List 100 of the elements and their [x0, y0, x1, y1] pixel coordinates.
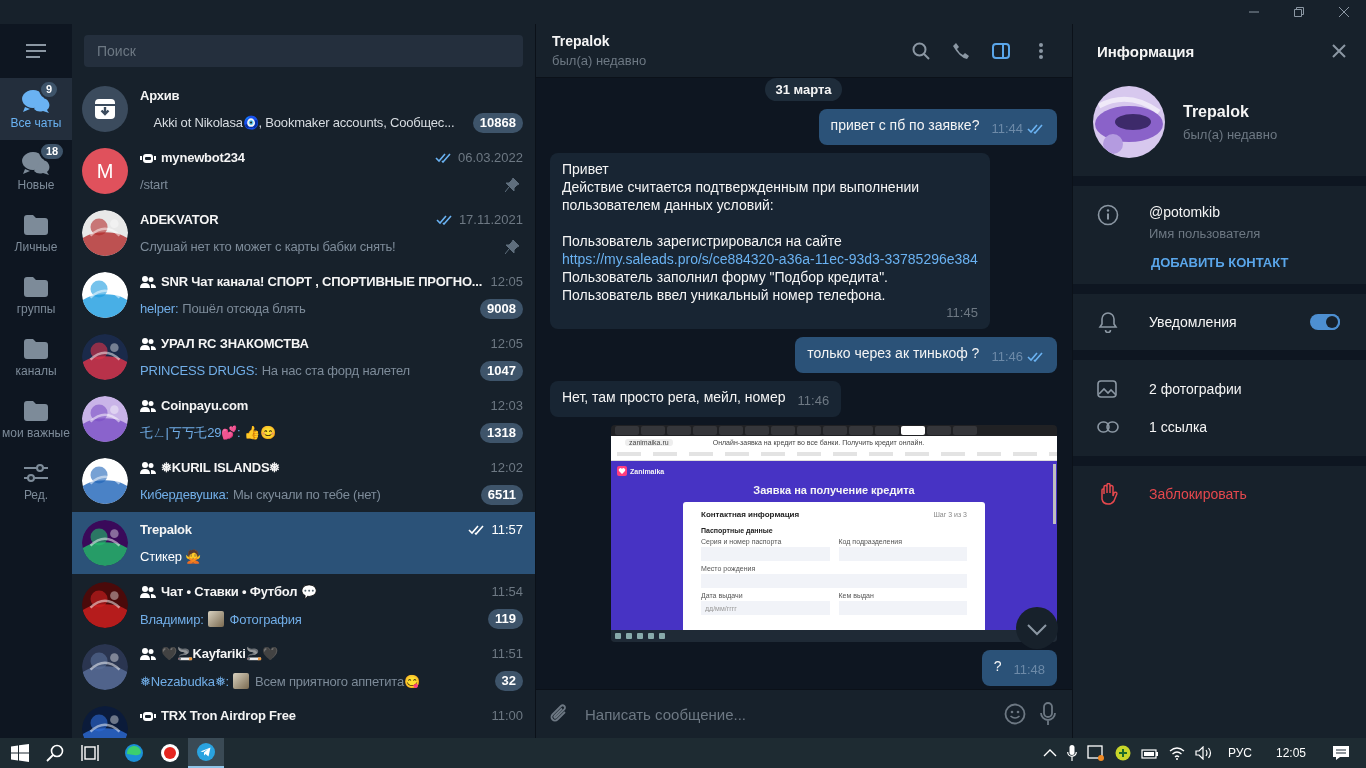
- unread-badge: 32: [494, 670, 523, 691]
- search-icon: [912, 41, 930, 60]
- chat-time: 12:03: [490, 398, 523, 413]
- message-preview: Владимир: Фотография: [140, 610, 303, 627]
- folder-icon: [24, 276, 48, 297]
- task-view-icon[interactable]: [81, 744, 99, 762]
- message-preview: Кибердевушка: Мы скучали по тебе (нет): [140, 487, 382, 502]
- sidebar-icon: [992, 41, 1010, 60]
- windows-start-icon[interactable]: [11, 744, 29, 762]
- chat-name: mynewbot234: [161, 150, 246, 165]
- chat-bubbles-icon: [21, 87, 51, 114]
- bot-icon: [140, 151, 156, 164]
- clock[interactable]: 12:05: [1275, 746, 1306, 760]
- sliders-icon: [24, 462, 48, 483]
- chat-name: SNR Чат канала! СПОРТ , СПОРТИВНЫЕ ПРОГНО...: [161, 274, 484, 289]
- message-preview: ❅Nezabudka❅: Всем приятного аппетита😋: [140, 672, 421, 689]
- search-icon[interactable]: [46, 744, 64, 762]
- folder-icon: [24, 338, 48, 359]
- chat-name: УРАЛ RC ЗНАКОМСТВА: [161, 336, 310, 351]
- folder-tab[interactable]: 18 Новые: [0, 140, 72, 202]
- chat-name: Coinpayu.com: [161, 398, 250, 413]
- unread-badge: 9: [39, 79, 60, 99]
- emoji-icon[interactable]: [1004, 703, 1026, 725]
- chat-time: 11:54: [491, 584, 523, 599]
- chat-time: 11:00: [491, 708, 523, 723]
- unread-badge: 1047: [480, 360, 523, 381]
- paper-plane-icon: [196, 742, 216, 762]
- microphone-icon[interactable]: [1066, 745, 1077, 761]
- folder-tab[interactable]: Личные: [0, 202, 72, 264]
- chat-name: Чат • Ставки • Футбол 💬: [161, 584, 318, 599]
- screenshot-image[interactable]: [611, 425, 1057, 642]
- wifi-icon[interactable]: [1168, 746, 1185, 760]
- info-icon: [1097, 204, 1119, 226]
- chat-row[interactable]: Архив Akki ot Nikolasa🧿, Bookmaker accounts, Сообщес... 10868: [72, 78, 535, 140]
- group-icon: [140, 461, 156, 474]
- chat-row[interactable]: ❅KURIL ISLANDS❅ 12:02 Кибердевушка: Мы скучали по тебе (нет) 6511: [72, 450, 535, 512]
- profile-status: был(а) недавно: [1183, 126, 1278, 142]
- chat-row[interactable]: M mynewbot234 06.03.2022 /start: [72, 140, 535, 202]
- chat-name: ADEKVATOR: [140, 212, 220, 227]
- message-text: Привет Действие считается подтвержденным при выполнении пользователем данных условий: Пользователь зарегистрировался на сайте https://my.saleads.pro/s/ce884320-a36a-11ec-93d3-33785296e384 Пользователь заполнил форму "Подбор кредита". Пользователь ввел уникальный номер телефона.: [562, 160, 978, 304]
- scrollbar[interactable]: [1053, 464, 1056, 524]
- chat-row[interactable]: ADEKVATOR 17.11.2021 Слушай нет кто может с карты бабки снять!: [72, 202, 535, 264]
- close-icon: [1338, 7, 1349, 17]
- group-icon: [140, 399, 156, 412]
- folder-tab[interactable]: 9 Все чаты: [0, 78, 72, 140]
- notifications-label: Уведомления: [1149, 314, 1238, 330]
- chat-row[interactable]: 🖤🚬Kayfariki🚬🖤 11:51 ❅Nezabudka❅: Всем приятного аппетита😋 32: [72, 636, 535, 698]
- chat-row[interactable]: Coinpayu.com 12:03 乇ㄥ|丂丂乇29💕: 👍😊 1318: [72, 388, 535, 450]
- date-badge: 31 марта: [765, 78, 842, 101]
- folder-tab[interactable]: каналы: [0, 326, 72, 388]
- message-time: 11:46: [991, 348, 1023, 366]
- notifications-icon[interactable]: [1332, 745, 1350, 761]
- folder-tab[interactable]: мои важные: [0, 388, 72, 450]
- chat-row[interactable]: Чат • Ставки • Футбол 💬 11:54 Владимир: Фотография 119: [72, 574, 535, 636]
- search-field[interactable]: Поиск: [84, 35, 523, 67]
- chat-name: 🖤🚬Kayfariki🚬🖤: [161, 646, 279, 661]
- message-preview: PRINCESS DRUGS: На нас ста форд налетел: [140, 363, 411, 378]
- folder-tab[interactable]: Ред.: [0, 450, 72, 512]
- chat-time: 06.03.2022: [457, 150, 523, 165]
- close-icon: [1332, 44, 1346, 58]
- chat-row[interactable]: SNR Чат канала! СПОРТ , СПОРТИВНЫЕ ПРОГНО... 12:05 helper: Пошёл отсюда блять 9008: [72, 264, 535, 326]
- language-indicator[interactable]: РУС: [1227, 746, 1252, 760]
- message-preview: Стикер 🙅: [140, 549, 202, 564]
- battery-icon[interactable]: [1140, 747, 1159, 759]
- chat-time: 12:05: [490, 274, 523, 289]
- tray-app-icon[interactable]: [1086, 745, 1105, 761]
- card-title: Контактная информация: [701, 510, 800, 519]
- link[interactable]: https://my.saleads.pro/s/ce884320-a36a-11ec-93d3-33785296e384: [562, 251, 978, 267]
- chat-time: 11:57: [491, 522, 523, 537]
- message-text: Нет, там просто рега, мейл, номер: [562, 389, 786, 405]
- bell-icon: [1097, 311, 1119, 333]
- notifications-toggle[interactable]: [1310, 314, 1340, 330]
- volume-icon[interactable]: [1194, 746, 1213, 760]
- group-icon: [140, 275, 156, 288]
- add-contact-button[interactable]: ДОБАВИТЬ КОНТАКТ: [1151, 255, 1289, 270]
- plus-badge-icon[interactable]: [1114, 745, 1131, 761]
- taskbar-button[interactable]: [188, 738, 224, 768]
- chat-row[interactable]: Trepalok 11:57 Стикер 🙅: [72, 512, 535, 574]
- folder-tab[interactable]: группы: [0, 264, 72, 326]
- group-icon: [140, 647, 156, 660]
- link-icon: [1097, 421, 1119, 433]
- chat-name: TRX Tron Airdrop Free: [161, 708, 297, 723]
- unread-badge: 119: [488, 608, 523, 629]
- chat-row[interactable]: УРАЛ RC ЗНАКОМСТВА 12:05 PRINCESS DRUGS: На нас ста форд налетел 1047: [72, 326, 535, 388]
- shared-media-item[interactable]: 2 фотографии: [1149, 381, 1242, 397]
- browser-icon: [124, 743, 144, 763]
- block-button[interactable]: Заблокировать: [1149, 486, 1247, 502]
- message-preview: /start: [140, 177, 169, 192]
- message-input[interactable]: Написать сообщение...: [583, 704, 990, 724]
- username-label: Имя пользователя: [1149, 226, 1261, 241]
- avatar: M: [82, 148, 128, 194]
- message-field[interactable]: Написать сообщение...: [536, 689, 1072, 738]
- chevron-up-icon[interactable]: [1042, 749, 1057, 757]
- message-text: привет с пб по заявке?: [830, 117, 980, 133]
- group-icon: [140, 337, 156, 350]
- browser-icon: [160, 743, 180, 763]
- chat-title: Trepalok: [552, 33, 611, 49]
- shared-media-item[interactable]: 1 ссылка: [1149, 419, 1208, 435]
- message-time: 11:45: [946, 304, 978, 322]
- unread-badge: 10868: [472, 112, 523, 133]
